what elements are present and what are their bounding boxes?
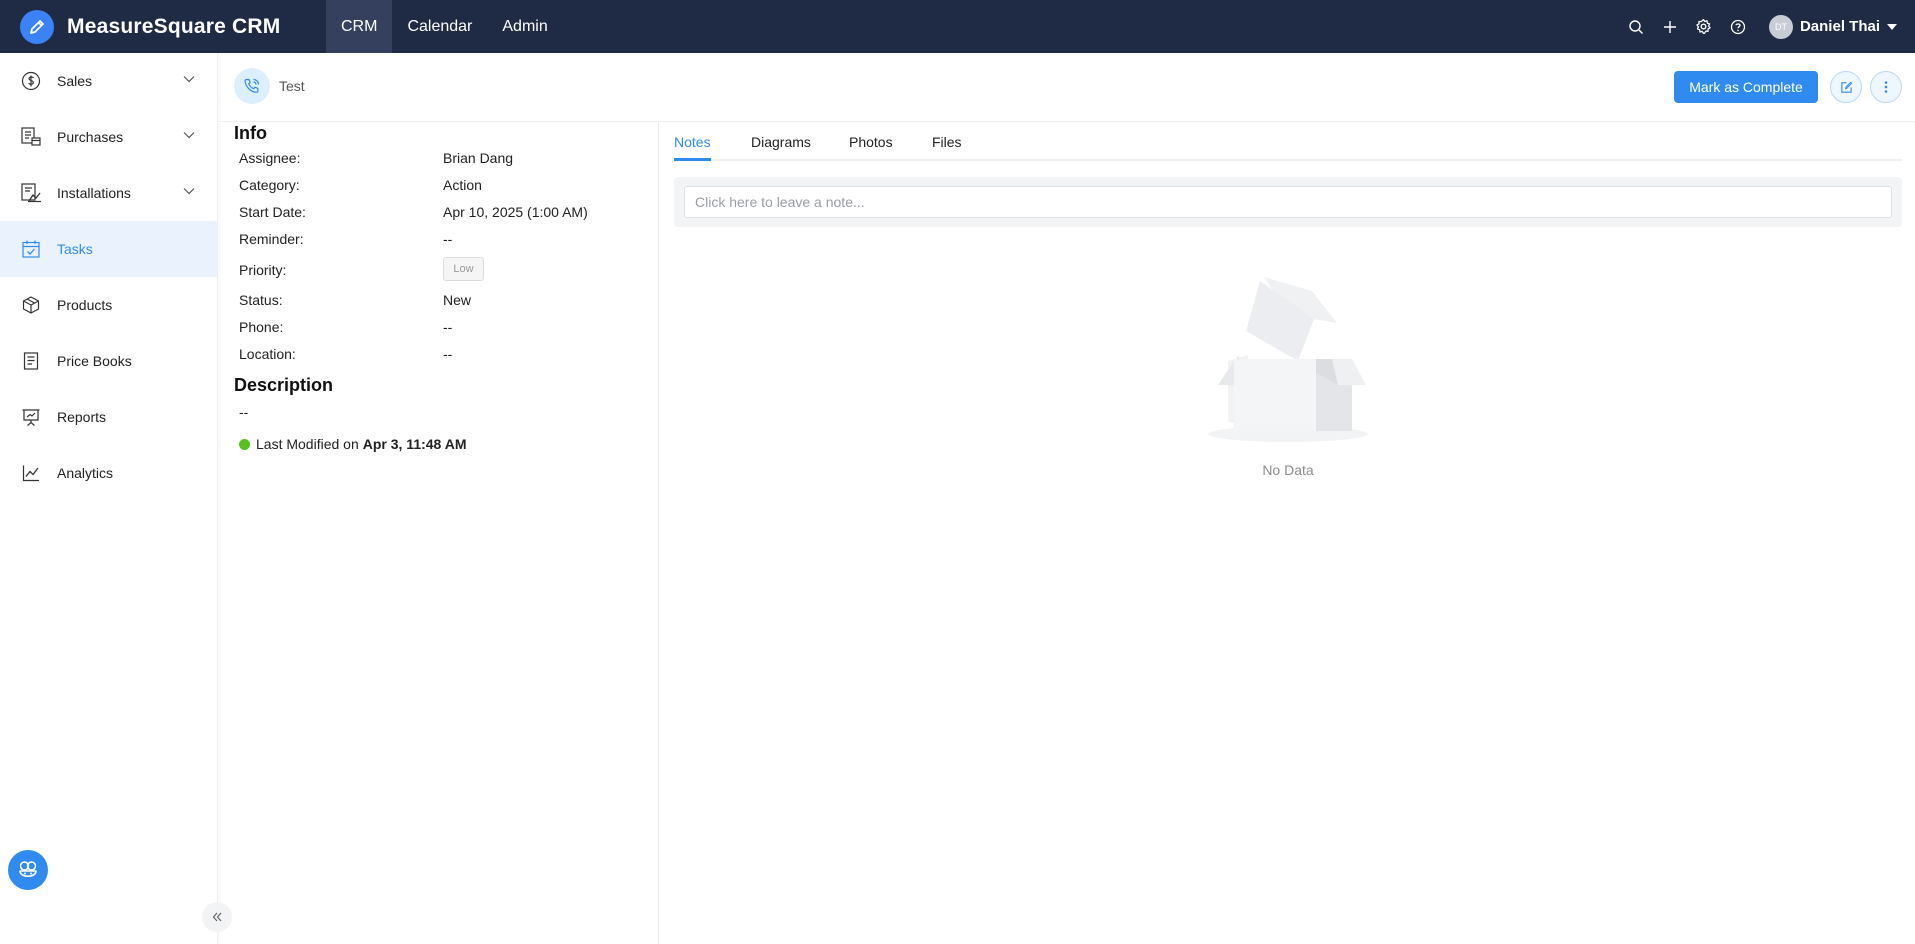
tab-notes[interactable]: Notes bbox=[674, 134, 711, 150]
sidebar-item-products[interactable]: Products bbox=[0, 277, 217, 333]
tab-files[interactable]: Files bbox=[932, 134, 962, 150]
top-right-actions: DT Daniel Thai bbox=[1619, 0, 1897, 53]
topnav-crm[interactable]: CRM bbox=[326, 0, 393, 53]
last-modified: Last Modified on Apr 3, 11:48 AM bbox=[239, 436, 466, 452]
active-tab-indicator bbox=[674, 158, 711, 161]
sidebar-item-label: Sales bbox=[57, 73, 93, 89]
edit-button[interactable] bbox=[1830, 71, 1862, 103]
help-circle-icon[interactable] bbox=[1721, 10, 1755, 44]
avatar: DT bbox=[1768, 14, 1793, 39]
chevron-down-icon bbox=[183, 188, 195, 195]
assignee-label: Assignee: bbox=[239, 150, 301, 166]
panel-divider bbox=[658, 122, 659, 944]
sidebar-item-purchases[interactable]: Purchases bbox=[0, 109, 217, 165]
tab-photos[interactable]: Photos bbox=[849, 134, 893, 150]
user-menu[interactable]: DT Daniel Thai bbox=[1768, 14, 1897, 39]
sidebar-item-label: Analytics bbox=[57, 465, 114, 481]
installation-icon bbox=[20, 182, 42, 204]
status-value: New bbox=[443, 292, 472, 308]
top-bar: MeasureSquare CRM CRM Calendar Admin DT … bbox=[0, 0, 1915, 53]
chevron-down-icon bbox=[183, 76, 195, 83]
task-title: Test bbox=[279, 78, 305, 94]
sidebar-item-label: Purchases bbox=[57, 129, 124, 145]
last-modified-prefix: Last Modified on bbox=[256, 436, 359, 452]
category-label: Category: bbox=[239, 177, 300, 193]
more-actions-button[interactable] bbox=[1870, 71, 1902, 103]
topnav-admin[interactable]: Admin bbox=[487, 0, 562, 53]
location-label: Location: bbox=[239, 346, 296, 362]
sidebar-item-tasks[interactable]: Tasks bbox=[0, 221, 217, 277]
start-date-label: Start Date: bbox=[239, 204, 306, 220]
phone-call-icon bbox=[234, 68, 270, 104]
description-value: -- bbox=[239, 404, 249, 420]
top-nav: CRM Calendar Admin bbox=[326, 0, 563, 53]
double-chevron-left-icon bbox=[212, 912, 222, 922]
sidebar-item-price-books[interactable]: Price Books bbox=[0, 333, 217, 389]
box-icon bbox=[20, 294, 42, 316]
mark-as-complete-button[interactable]: Mark as Complete bbox=[1674, 71, 1818, 103]
chevron-down-icon bbox=[183, 132, 195, 139]
task-header: Test bbox=[234, 68, 305, 104]
caret-down-icon bbox=[1887, 23, 1897, 30]
priority-badge: Low bbox=[443, 257, 484, 281]
sidebar-item-label: Price Books bbox=[57, 353, 132, 369]
tab-diagrams[interactable]: Diagrams bbox=[751, 134, 811, 150]
phone-label: Phone: bbox=[239, 319, 284, 335]
edit-icon bbox=[1840, 81, 1852, 93]
status-label: Status: bbox=[239, 292, 283, 308]
logo-pencil-icon bbox=[20, 9, 54, 44]
note-input[interactable] bbox=[684, 186, 1892, 218]
sidebar: Sales Purchases Installations Tasks Prod… bbox=[0, 53, 218, 944]
document-icon bbox=[20, 350, 42, 372]
app-logo[interactable]: MeasureSquare CRM bbox=[0, 0, 326, 53]
start-date-value: Apr 10, 2025 (1:00 AM) bbox=[443, 204, 588, 220]
assistant-bot-icon[interactable] bbox=[8, 850, 48, 890]
note-composer bbox=[674, 177, 1902, 227]
sidebar-item-sales[interactable]: Sales bbox=[0, 53, 217, 109]
sidebar-item-reports[interactable]: Reports bbox=[0, 389, 217, 445]
detail-tabs: Notes Diagrams Photos Files bbox=[674, 122, 1902, 161]
app-title: MeasureSquare CRM bbox=[67, 14, 281, 38]
sidebar-item-label: Products bbox=[57, 297, 113, 313]
user-name: Daniel Thai bbox=[1799, 18, 1880, 35]
sidebar-item-installations[interactable]: Installations bbox=[0, 165, 217, 221]
sidebar-item-label: Installations bbox=[57, 185, 131, 201]
assignee-value: Brian Dang bbox=[443, 150, 514, 166]
phone-value: -- bbox=[443, 319, 453, 335]
search-icon[interactable] bbox=[1619, 10, 1653, 44]
sidebar-item-analytics[interactable]: Analytics bbox=[0, 445, 217, 501]
line-chart-icon bbox=[20, 462, 42, 484]
more-vertical-icon bbox=[1884, 81, 1888, 93]
sidebar-item-label: Reports bbox=[57, 409, 107, 425]
dollar-circle-icon bbox=[20, 70, 42, 92]
plus-icon[interactable] bbox=[1653, 10, 1687, 44]
gear-icon[interactable] bbox=[1687, 10, 1721, 44]
last-modified-date: Apr 3, 11:48 AM bbox=[362, 436, 467, 452]
collapse-sidebar-button[interactable] bbox=[202, 902, 232, 932]
location-value: -- bbox=[443, 346, 453, 362]
reminder-label: Reminder: bbox=[239, 231, 304, 247]
sidebar-item-label: Tasks bbox=[57, 241, 93, 257]
empty-state-text: No Data bbox=[1262, 462, 1314, 478]
empty-box-illustration bbox=[1208, 277, 1368, 442]
purchase-order-icon bbox=[20, 126, 42, 148]
status-dot bbox=[239, 438, 250, 450]
topnav-calendar[interactable]: Calendar bbox=[392, 0, 487, 53]
presentation-icon bbox=[20, 406, 42, 428]
calendar-check-icon bbox=[20, 238, 42, 260]
description-title: Description bbox=[234, 375, 334, 395]
category-value: Action bbox=[443, 177, 482, 193]
reminder-value: -- bbox=[443, 231, 453, 247]
info-title: Info bbox=[234, 123, 267, 143]
priority-label: Priority: bbox=[239, 262, 287, 278]
